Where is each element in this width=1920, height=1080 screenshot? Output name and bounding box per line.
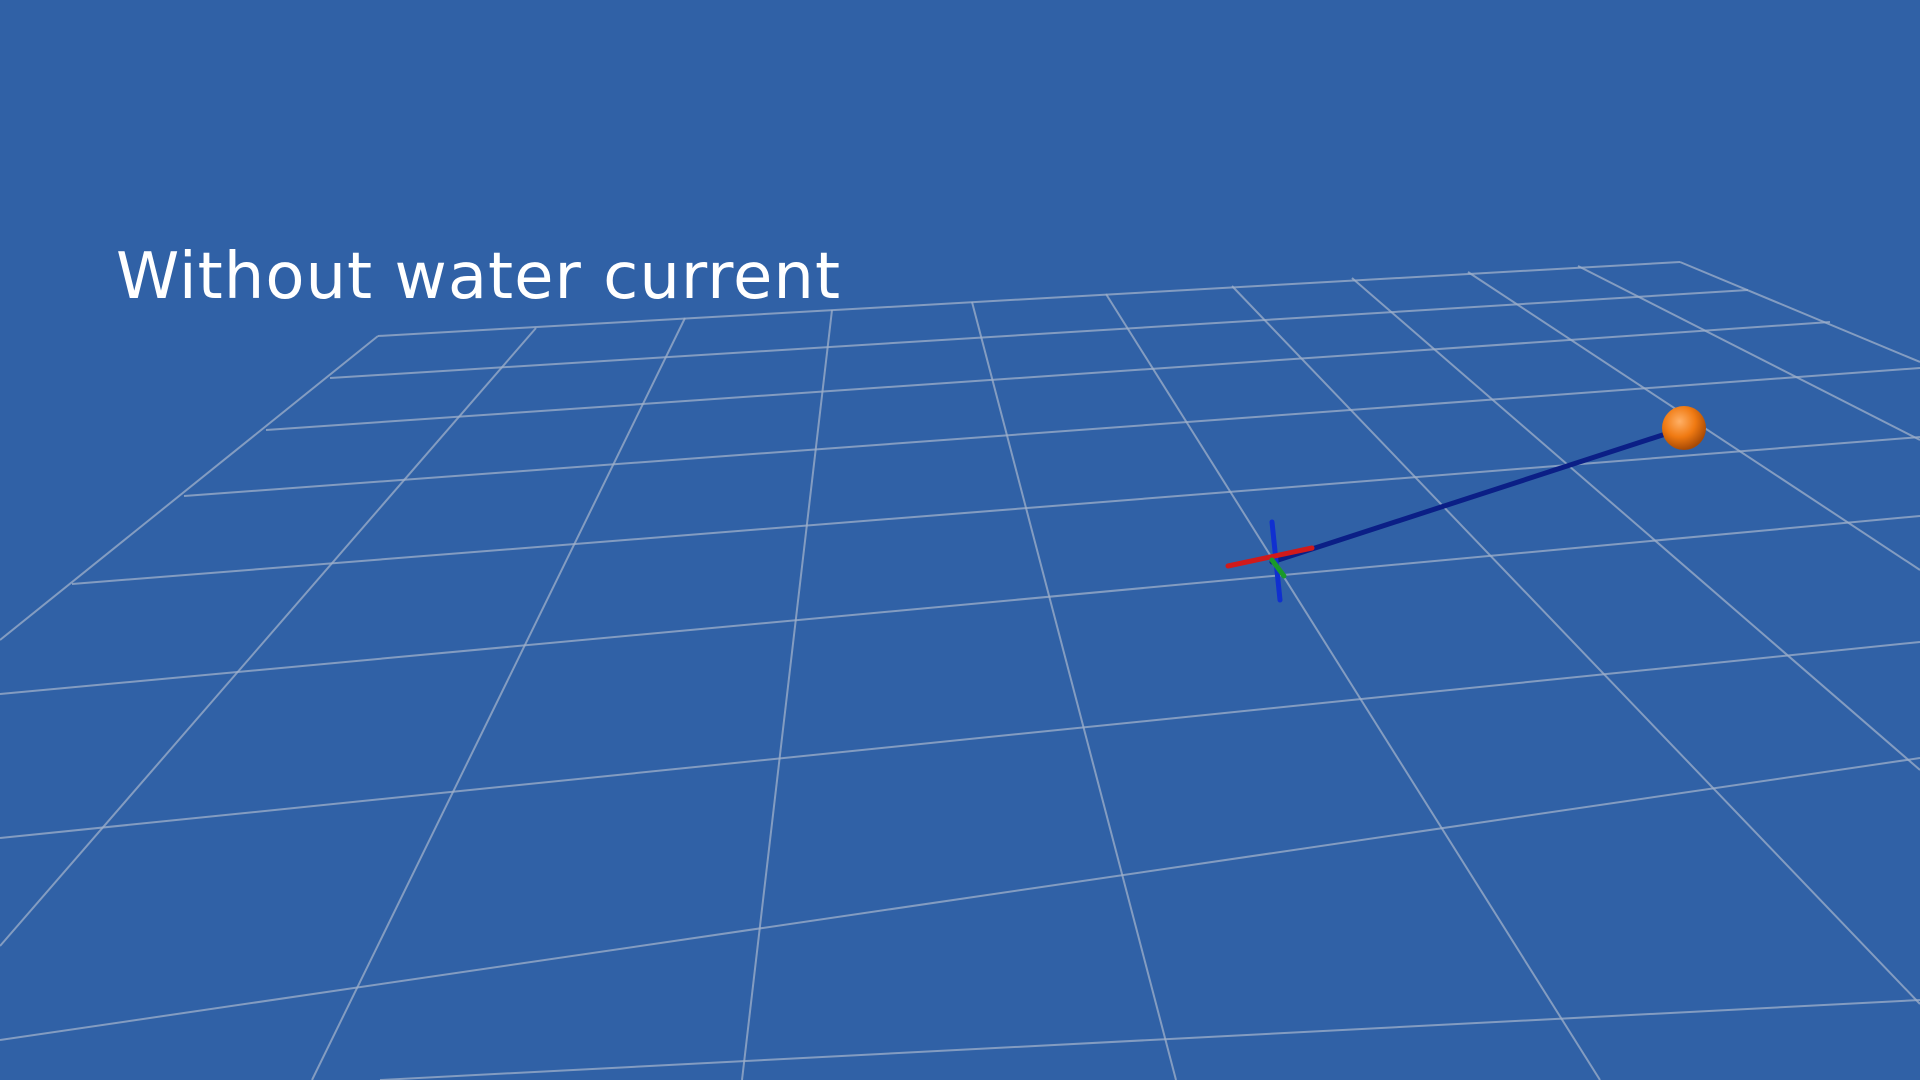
grid-line (1679, 261, 1920, 363)
grid-line (0, 757, 1920, 1041)
overlay-caption: Without water current (116, 240, 842, 314)
axes-triad-icon (1225, 519, 1315, 603)
3d-viewport[interactable]: Without water current (0, 0, 1920, 1080)
scene-canvas[interactable] (0, 0, 1920, 1080)
grid-line (1577, 265, 1920, 441)
grid-line (0, 641, 1920, 839)
ground-grid (0, 261, 1920, 1080)
grid-line (265, 321, 1831, 431)
orange-sphere-icon[interactable] (1662, 406, 1706, 450)
grid-line (0, 335, 379, 641)
grid-line (0, 515, 1920, 695)
grid-line (311, 317, 686, 1080)
grid-line (971, 301, 1177, 1080)
grid-line (0, 327, 537, 947)
grid-line (71, 436, 1920, 585)
grid-line (183, 367, 1920, 497)
grid-line (741, 309, 833, 1080)
grid-line (379, 999, 1920, 1080)
